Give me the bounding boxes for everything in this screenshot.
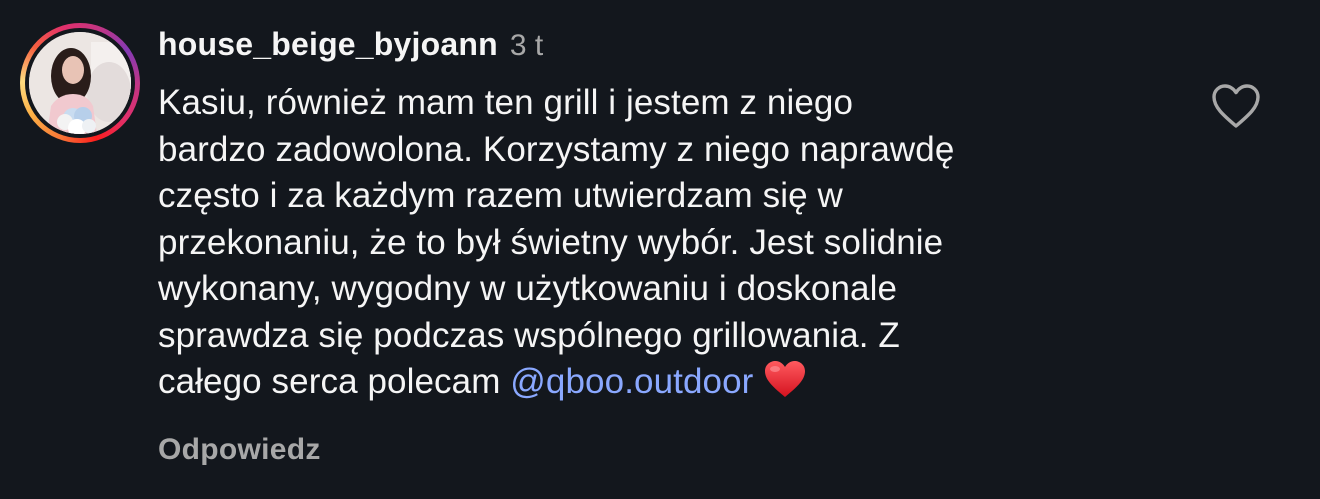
comment-item: house_beige_byjoann 3 t Kasiu, również m… bbox=[0, 0, 1320, 499]
comment-text-line: wykonany, wygodny w użytkowaniu i doskon… bbox=[158, 269, 898, 308]
comment-text: Kasiu, również mam ten grill i jestem z … bbox=[158, 80, 1168, 412]
red-heart-emoji-icon bbox=[763, 359, 807, 412]
comment-text-line: Kasiu, również mam ten grill i jestem z … bbox=[158, 83, 854, 122]
avatar-photo bbox=[29, 32, 131, 134]
comment-text-last-line: całego serca polecam @qboo.outdoor bbox=[158, 359, 1168, 412]
comment-text-line: często i za każdym razem utwierdzam się … bbox=[158, 176, 843, 215]
comment-text-line: sprawdza się podczas wspólnego grillowan… bbox=[158, 315, 900, 355]
story-ring[interactable] bbox=[20, 23, 140, 143]
comment-timestamp: 3 t bbox=[509, 29, 544, 62]
avatar[interactable] bbox=[29, 32, 131, 134]
heart-outline-icon bbox=[1212, 84, 1260, 128]
comment-text-line: przekonaniu, że to był świetny wybór. Je… bbox=[158, 222, 944, 262]
reply-button[interactable]: Odpowiedz bbox=[158, 433, 321, 467]
like-button[interactable] bbox=[1210, 82, 1262, 130]
mention-link[interactable]: @qboo.outdoor bbox=[510, 362, 753, 401]
comment-text-line: bardzo zadowolona. Korzystamy z niego na… bbox=[158, 129, 955, 169]
username-link[interactable]: house_beige_byjoann bbox=[158, 26, 498, 63]
comment-header: house_beige_byjoann 3 t bbox=[158, 26, 543, 66]
comment-text-line: całego serca polecam bbox=[158, 362, 511, 401]
